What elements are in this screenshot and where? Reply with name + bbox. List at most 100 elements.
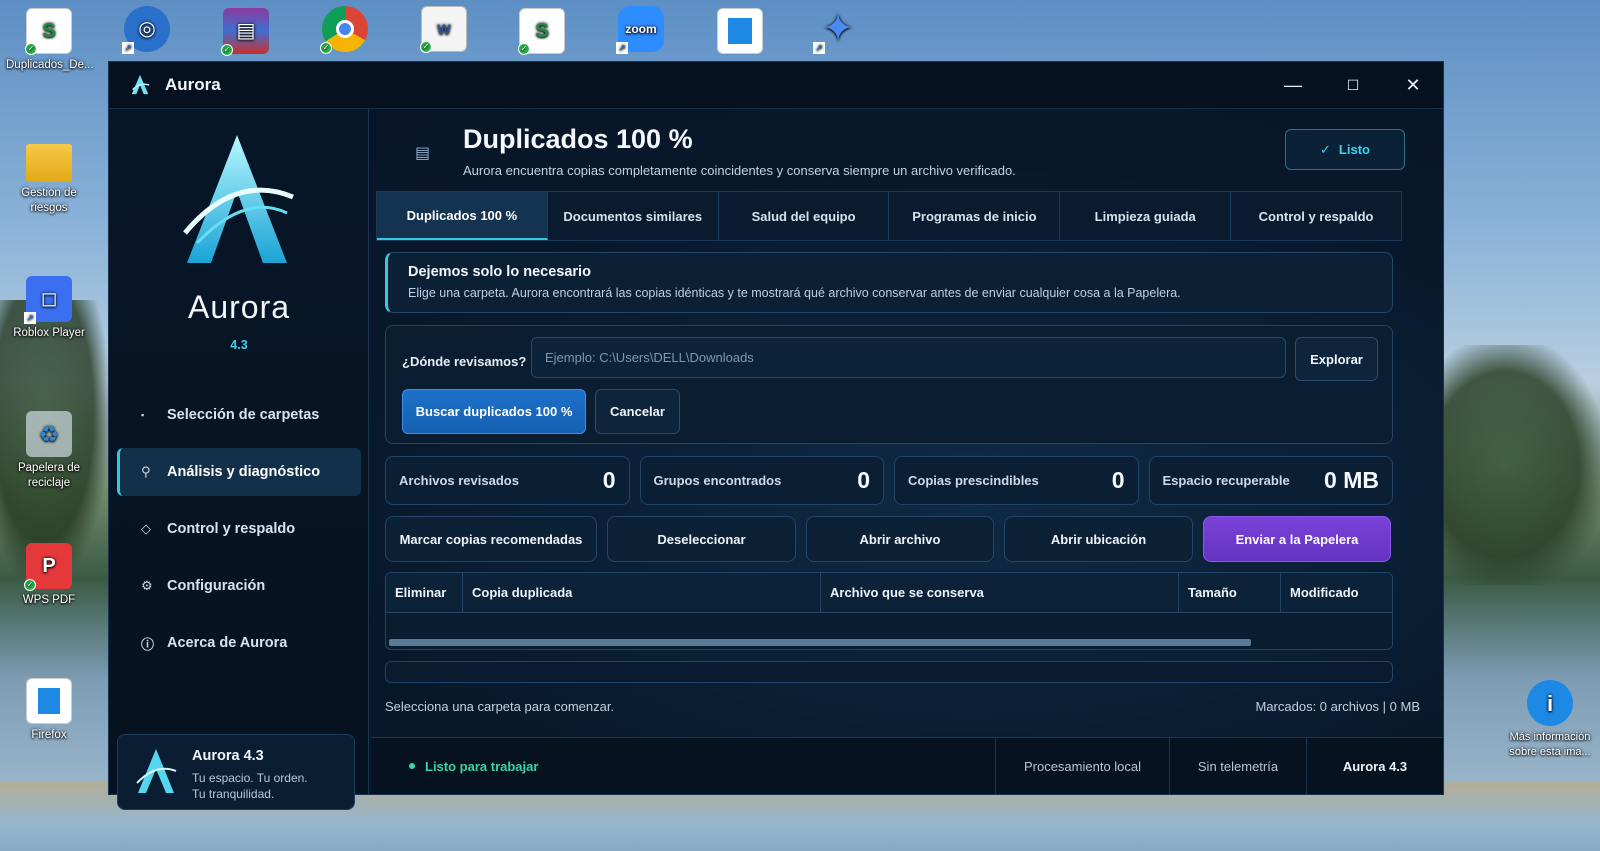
desktop-icon-chrome[interactable]: ✓ [302,6,388,56]
ready-button-label: Listo [1338,142,1370,157]
table-bottom-bar [385,661,1393,683]
sidebar-item-analisis-diagnostico[interactable]: ⚲ Análisis y diagnóstico [117,448,361,496]
desktop-icon-sheets-file-2[interactable]: S ✓ [499,8,585,58]
sidebar-item-seleccion-carpetas[interactable]: ▪ Selección de carpetas [117,391,361,439]
actions-row: Marcar copias recomendadas Deseleccionar… [385,516,1393,562]
tab-documentos-similares[interactable]: Documentos similares [548,192,719,240]
desktop-icon-gemini[interactable]: ✦ ↗ [795,6,881,56]
stat-value: 0 [857,467,870,493]
card-tagline-line2: Tu tranquilidad. [192,787,275,801]
card-title: Aurora 4.3 [192,748,264,764]
status-message: Selecciona una carpeta para comenzar. [385,699,615,714]
gear-icon: ⚙ [141,578,153,593]
open-file-button[interactable]: Abrir archivo [806,516,994,562]
sidebar-app-title: Aurora [187,289,291,325]
sheets-icon: S ✓ [518,8,565,55]
column-header-archivo-conserva[interactable]: Archivo que se conserva [821,573,1179,612]
column-header-tamano[interactable]: Tamaño [1179,573,1281,612]
horizontal-scrollbar[interactable] [389,639,1251,646]
desktop-icon-firefox[interactable]: Firefox [6,678,92,743]
status-footer: Listo para trabajar Procesamiento local … [371,737,1443,794]
stat-grupos-encontrados: Grupos encontrados 0 [639,456,884,505]
sidebar-item-configuracion[interactable]: ⚙ Configuración [117,562,361,610]
sidebar-version: 4.3 [230,338,248,352]
column-header-modificado[interactable]: Modificado [1281,573,1392,612]
chrome-icon: ✓ [320,6,368,54]
app-window: Aurora — ☐ ✕ Aurora 4.3 ▪ Selección de c [108,61,1444,810]
stat-label: Archivos revisados [399,473,519,488]
ready-button[interactable]: ✓ Listo [1285,129,1405,170]
stats-row: Archivos revisados 0 Grupos encontrados … [385,456,1393,505]
sidebar-item-acerca[interactable]: ⓘ Acerca de Aurora [117,619,361,667]
scan-duplicates-button[interactable]: Buscar duplicados 100 % [402,389,586,434]
ready-status: Listo para trabajar [371,738,995,794]
marked-summary: Marcados: 0 archivos | 0 MB [1255,699,1421,714]
document-list-icon: ▤ [415,145,431,162]
aurora-logo [183,135,294,263]
tab-control-respaldo[interactable]: Control y respaldo [1231,192,1401,240]
desktop-icon-zoom[interactable]: zoom ↗ [598,6,684,56]
desktop-icon-info[interactable]: i Más información sobre esta ima... [1502,680,1598,760]
stat-value: 0 [602,467,616,493]
status-dot-icon [409,763,415,769]
open-location-button[interactable]: Abrir ubicación [1004,516,1193,562]
tab-duplicados[interactable]: Duplicados 100 % [377,192,548,240]
sidebar-item-label: Control y respaldo [167,521,296,537]
send-to-trash-button[interactable]: Enviar a la Papelera [1203,516,1391,562]
tab-programas-inicio[interactable]: Programas de inicio [889,192,1061,240]
diamond-icon: ◇ [141,521,151,536]
desktop-icon-app-window[interactable] [697,8,783,58]
wps-pdf-icon: P ✓ [24,543,72,591]
sidebar-item-label: Configuración [167,578,266,594]
folder-icon [26,144,72,182]
notice-body: Elige una carpeta. Aurora encontrará las… [408,286,1181,300]
column-header-copia-duplicada[interactable]: Copia duplicada [463,573,821,612]
column-header-eliminar[interactable]: Eliminar [386,573,463,612]
maximize-button[interactable]: ☐ [1323,62,1383,109]
sidebar-nav: ▪ Selección de carpetas ⚲ Análisis y dia… [117,391,361,676]
desktop-icon-label: Más información sobre esta ima... [1509,731,1591,758]
sidebar-item-label: Análisis y diagnóstico [167,464,321,480]
sidebar-item-control-respaldo[interactable]: ◇ Control y respaldo [117,505,361,553]
title-bar: Aurora — ☐ ✕ [109,62,1443,109]
desktop-icon-sheets-file[interactable]: S ✓ Duplicados_De... [6,8,94,73]
table-header: Eliminar Copia duplicada Archivo que se … [386,573,1392,613]
desktop-icon-roblox[interactable]: ◻ ↗ Roblox Player [6,276,92,341]
folder-path-input[interactable] [531,337,1286,378]
footer-version: Aurora 4.3 [1306,738,1443,794]
minimize-button[interactable]: — [1263,62,1323,109]
window-title: Aurora [165,75,221,94]
stat-label: Espacio recuperable [1162,473,1290,488]
winrar-icon: ▤ ✓ [221,8,269,56]
info-notice: Dejemos solo lo necesario Elige una carp… [385,252,1393,313]
cancel-button[interactable]: Cancelar [595,389,680,434]
desktop-icon-app-shortcut[interactable]: ◎ ↗ [104,6,190,56]
desktop-icon-wps-pdf[interactable]: P ✓ WPS PDF [6,543,92,608]
sidebar-version-card: Aurora 4.3 Tu espacio. Tu orden. Tu tran… [117,734,355,810]
stat-label: Copias prescindibles [908,473,1039,488]
info-icon: ⓘ [141,636,155,652]
tab-limpieza-guiada[interactable]: Limpieza guiada [1060,192,1232,240]
stat-copias-prescindibles: Copias prescindibles 0 [894,456,1139,505]
desktop-icon-label: Firefox [31,729,67,741]
folder-path-label: ¿Dónde revisamos? [402,354,527,369]
browse-button[interactable]: Explorar [1295,337,1378,381]
desktop-icon-papelera[interactable]: ♻ Papelera de reciclaje [6,411,92,491]
mark-recommended-button[interactable]: Marcar copias recomendadas [385,516,597,562]
duplicates-table: Eliminar Copia duplicada Archivo que se … [385,572,1393,650]
folder-search-panel: ¿Dónde revisamos? Explorar Buscar duplic… [385,325,1393,444]
sidebar-item-label: Selección de carpetas [167,407,320,423]
desktop-icon-label: Papelera de reciclaje [17,462,81,489]
stat-archivos-revisados: Archivos revisados 0 [385,456,630,505]
close-button[interactable]: ✕ [1383,62,1443,109]
desktop-icon-gestion-riesgos[interactable]: Gestion de riesgos [6,144,92,216]
desktop-icon-word-doc[interactable]: W ✓ [401,6,487,56]
no-telemetry-label: Sin telemetría [1169,738,1306,794]
tab-salud-equipo[interactable]: Salud del equipo [719,192,890,240]
page-title: Duplicados 100 % [463,124,693,154]
firefox-icon [26,678,72,724]
deselect-button[interactable]: Deseleccionar [607,516,796,562]
aurora-logo-icon [131,74,150,95]
desktop-icon-winrar[interactable]: ▤ ✓ [203,8,289,58]
page-subtitle: Aurora encuentra copias completamente co… [463,163,1016,178]
